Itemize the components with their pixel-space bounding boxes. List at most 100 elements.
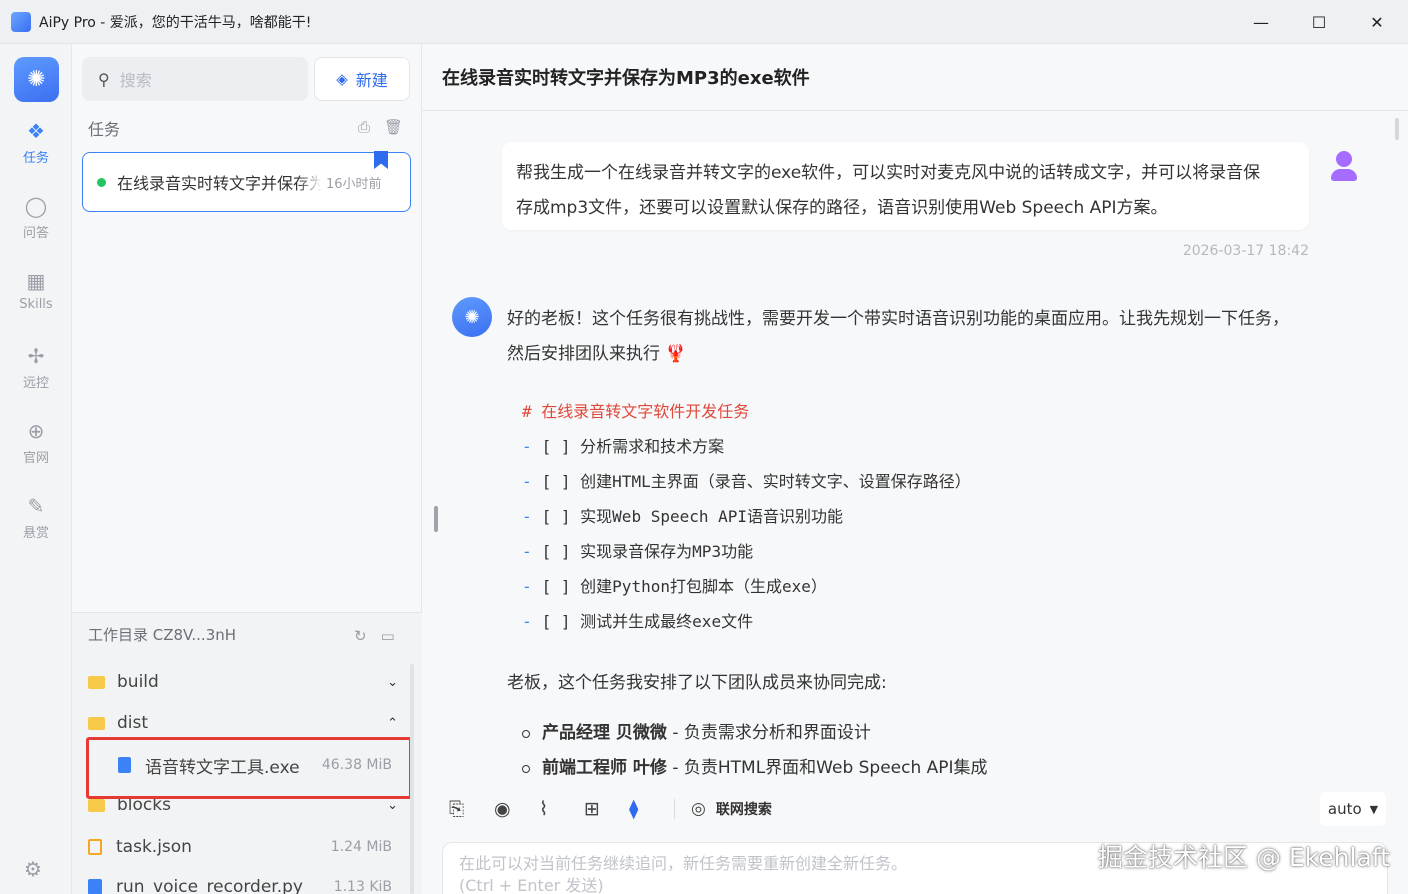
message-timestamp: 2026-03-17 18:42: [1182, 243, 1309, 259]
tasks-actions: ⎙ 🗑: [358, 118, 403, 136]
folder-icon: [88, 675, 105, 689]
nav-rail: ✺ ❖ 任务 ◯ 问答 ▦ Skills ✢ 远控 ⊕ 官网 ✎ 悬赏 ⚙: [0, 44, 72, 894]
rail-label: 任务: [22, 151, 49, 166]
new-task-label: 新建: [355, 71, 388, 90]
todo-item: -[ ] 测试并生成最终exe文件: [522, 612, 754, 631]
chat-area: 在线录音实时转文字并保存为MP3的exe软件 帮我生成一个在线录音并转文字的ex…: [422, 44, 1408, 894]
todo-text: [ ] 创建Python打包脚本（生成exe）: [541, 577, 827, 596]
file-name: build: [117, 672, 159, 692]
workdir-label: 工作目录 CZ8V...3nH: [88, 626, 237, 644]
todo-header: # 在线录音转文字软件开发任务: [522, 402, 750, 421]
dropdown-arrow-icon: ▼: [1369, 802, 1379, 816]
bot-avatar-icon: ✺: [452, 297, 492, 337]
file-size: 1.24 MiB: [330, 839, 392, 855]
toolbar-divider: [674, 799, 675, 819]
json-file-icon: [88, 839, 102, 855]
rail-item-skills[interactable]: ▦ Skills: [0, 268, 72, 312]
resize-handle[interactable]: [434, 506, 438, 532]
settings-gear-icon[interactable]: ⚙: [24, 857, 42, 881]
input-placeholder: (Ctrl + Enter 发送): [459, 876, 604, 894]
location-pin-icon[interactable]: ◉: [494, 798, 539, 820]
todo-item: -[ ] 实现Web Speech API语音识别功能: [522, 507, 844, 526]
chat-title: 在线录音实时转文字并保存为MP3的exe软件: [442, 68, 810, 89]
file-name: task.json: [116, 837, 192, 857]
model-select[interactable]: auto ▼: [1320, 792, 1386, 826]
rail-label: 悬赏: [22, 526, 49, 541]
file-name: run_voice_recorder.py: [116, 877, 303, 894]
search-placeholder: 搜索: [119, 71, 152, 90]
rail-item-website[interactable]: ⊕ 官网: [0, 418, 72, 466]
status-dot-icon: [97, 177, 106, 187]
add-tool-icon[interactable]: ⊞: [584, 798, 629, 820]
bot-message-line: 好的老板！这个任务很有挑战性，需要开发一个带实时语音识别功能的桌面应用。让我先规…: [507, 309, 1289, 329]
code-mode-icon[interactable]: ⧫: [629, 798, 674, 820]
new-task-icon: ◈: [336, 70, 348, 88]
watermark: 掘金技术社区 @ Ekehlaft: [1098, 843, 1390, 872]
app-logo-icon: [11, 11, 31, 32]
open-folder-icon[interactable]: ▭: [381, 627, 395, 645]
folder-icon: [88, 798, 105, 812]
chat-scrollbar[interactable]: [1395, 114, 1399, 814]
close-button[interactable]: ✕: [1348, 0, 1406, 44]
todo-text: [ ] 分析需求和技术方案: [541, 437, 725, 456]
chat-icon: ◯: [24, 194, 48, 218]
export-icon[interactable]: ⎙: [358, 118, 370, 136]
window-title: AiPy Pro - 爱派，您的干活牛马，啥都能干!: [39, 14, 312, 31]
todo-text: [ ] 实现录音保存为MP3功能: [541, 542, 754, 561]
user-message: 帮我生成一个在线录音并转文字的exe软件，可以实时对麦克风中说的话转成文字，并可…: [502, 142, 1309, 230]
rail-item-chat[interactable]: ◯ 问答: [0, 193, 72, 241]
maximize-button[interactable]: ☐: [1290, 0, 1348, 44]
team-member: 产品经理 贝微微 - 负责需求分析和界面设计: [522, 716, 988, 751]
rail-item-remote[interactable]: ✢ 远控: [0, 343, 72, 391]
todo-text: [ ] 创建HTML主界面（录音、实时转文字、设置保存路径）: [541, 472, 971, 491]
web-search-toggle[interactable]: ◎ 联网搜索: [691, 799, 772, 819]
todo-item: -[ ] 创建Python打包脚本（生成exe）: [522, 577, 827, 596]
bot-message-line: 然后安排团队来执行 🦞: [507, 344, 687, 364]
todo-text: [ ] 实现Web Speech API语音识别功能: [541, 507, 844, 526]
attach-file-icon[interactable]: ⎘: [449, 798, 494, 820]
task-time: 16小时前: [326, 176, 382, 192]
title-bar: AiPy Pro - 爱派，您的干活牛马，啥都能干! — ☐ ✕: [0, 0, 1408, 44]
paperclip-icon[interactable]: ⌇: [539, 798, 584, 820]
search-input[interactable]: ⚲ 搜索: [82, 57, 308, 101]
rail-label: 远控: [22, 376, 49, 391]
team-role: 前端工程师 叶修: [542, 758, 667, 778]
trash-icon[interactable]: 🗑: [384, 118, 403, 136]
team-member: 前端工程师 叶修 - 负责HTML界面和Web Speech API集成: [522, 751, 988, 786]
bookmark-icon: [374, 151, 388, 169]
aipy-logo-icon[interactable]: ✺: [14, 57, 59, 102]
user-message-line: 帮我生成一个在线录音并转文字的exe软件，可以实时对麦克风中说的话转成文字，并可…: [516, 163, 1261, 183]
minimize-button[interactable]: —: [1232, 0, 1290, 44]
rail-label: 问答: [22, 226, 49, 241]
new-task-button[interactable]: ◈ 新建: [314, 57, 410, 101]
tasks-section-label: 任务: [88, 120, 121, 139]
rail-label: 官网: [22, 451, 49, 466]
task-panel: ⚲ 搜索 ◈ 新建 任务 ⎙ 🗑 在线录音实时转文字并保存为MP3的exe软件 …: [72, 44, 422, 894]
folder-icon: [88, 716, 105, 730]
search-icon: ⚲: [98, 69, 110, 89]
todo-markdown: # 在线录音转文字软件开发任务 -[ ] 分析需求和技术方案 -[ ] 创建HT…: [522, 394, 971, 639]
file-tree-item[interactable]: dist ⌃: [88, 708, 398, 738]
chevron-down-icon[interactable]: ⌄: [387, 675, 398, 690]
bot-message: 好的老板！这个任务很有挑战性，需要开发一个带实时语音识别功能的桌面应用。让我先规…: [507, 302, 1317, 372]
globe-icon: ⊕: [27, 419, 45, 443]
file-tree-item[interactable]: task.json 1.24 MiB: [88, 832, 398, 862]
remote-icon: ✢: [27, 344, 45, 368]
file-size: 1.13 KiB: [333, 879, 392, 894]
todo-item: -[ ] 创建HTML主界面（录音、实时转文字、设置保存路径）: [522, 472, 971, 491]
file-tree-item[interactable]: run_voice_recorder.py 1.13 KiB: [88, 872, 398, 894]
file-tree-item[interactable]: build ⌄: [88, 667, 398, 697]
bounty-icon: ✎: [27, 494, 45, 518]
rail-label: Skills: [19, 297, 53, 312]
rail-item-bounty[interactable]: ✎ 悬赏: [0, 493, 72, 541]
chevron-up-icon[interactable]: ⌃: [387, 716, 398, 731]
task-item[interactable]: 在线录音实时转文字并保存为MP3的exe软件 16小时前: [82, 151, 411, 212]
refresh-icon[interactable]: ↻: [354, 627, 367, 645]
team-list: 产品经理 贝微微 - 负责需求分析和界面设计 前端工程师 叶修 - 负责HTML…: [522, 716, 988, 786]
file-tree-scrollbar[interactable]: [410, 664, 414, 894]
team-desc: - 负责需求分析和界面设计: [666, 723, 871, 743]
rail-item-tasks[interactable]: ❖ 任务: [0, 118, 72, 166]
file-name: dist: [117, 713, 149, 733]
chevron-down-icon[interactable]: ⌄: [387, 798, 398, 813]
globe-search-icon: ◎: [691, 799, 706, 819]
